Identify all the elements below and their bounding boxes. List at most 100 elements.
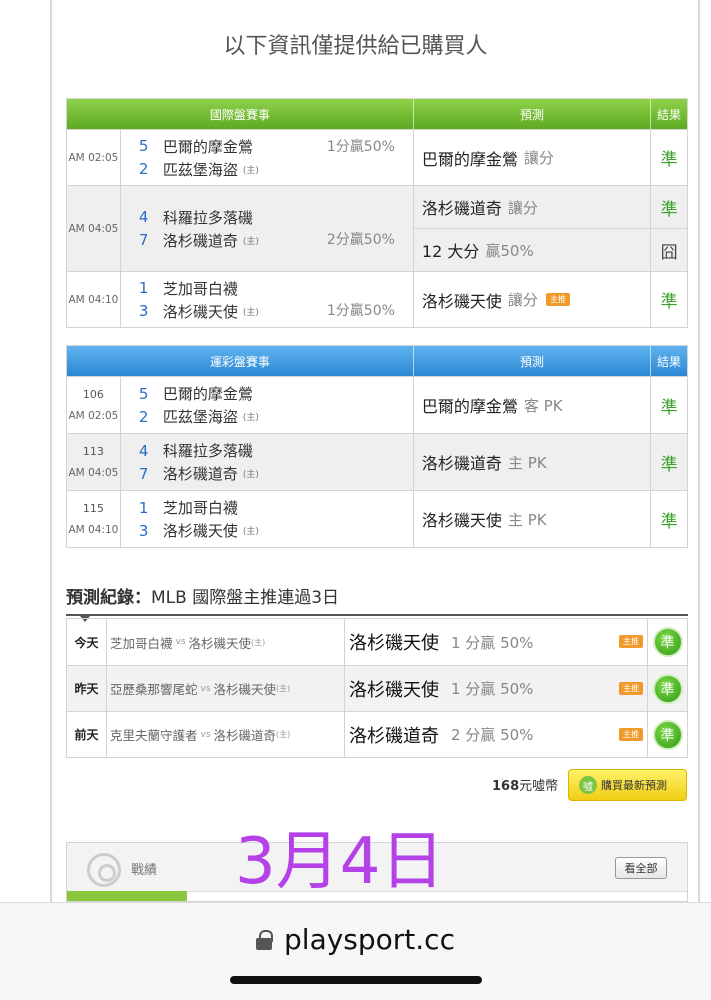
match-time: 106 AM 02:05 [67,377,121,433]
vs-label: vs [175,637,186,647]
match-time: AM 02:05 [67,130,121,185]
vs-label: vs [200,683,211,694]
team-name: 匹茲堡海盜 [162,408,238,426]
home-tag: (主) [242,165,259,176]
result-mark: 準 [660,199,678,220]
result-cell: 準 [651,434,687,490]
picked-team: 洛杉磯天使 [349,633,439,654]
result-mark: 囧 [651,228,687,271]
browser-address-bar[interactable]: playsport.cc [0,902,711,1000]
url-display[interactable]: playsport.cc [0,923,711,956]
away-team: 芝加哥白襪 [110,635,173,651]
prediction-cell: 洛杉磯天使主 PK [414,491,652,547]
handicap-odds: 1分贏50% [326,303,395,319]
home-team: 洛杉磯天使 [213,682,277,697]
intl-table-header: 國際盤賽事 預測 結果 [67,99,687,129]
match-time: AM 04:10 [67,272,121,327]
pick-odds: 1 分贏 50% [451,680,534,698]
result-cell: 準 [651,377,687,433]
home-tag: (主) [276,684,291,693]
record-title: 預測紀錄：MLB 國際盤主推連過3日 [66,583,339,608]
home-team: 洛杉磯道奇 [213,728,277,743]
left-border [50,0,52,902]
team-name: 芝加哥白襪 [162,499,238,517]
price-amount: 168 [492,779,520,794]
header-result: 結果 [657,354,682,369]
buy-latest-prediction-button[interactable]: 噓 購買最新預測 [568,769,687,801]
record-match: 克里夫蘭守護者 vs 洛杉磯道奇 (主) [107,712,345,757]
home-indicator[interactable] [230,976,482,984]
match-time-text: AM 04:05 [68,467,119,479]
team-number: 2 [138,160,149,178]
team-line: 7 洛杉磯道奇 (主) [139,462,413,485]
match-time-text: AM 04:10 [68,293,119,306]
team-name: 洛杉磯道奇 [162,231,238,250]
stats-tab-active[interactable] [67,891,187,901]
match-time: 113 AM 04:05 [67,434,121,490]
buyer-notice: 以下資訊僅提供給已購買人 [223,34,488,59]
header-intl-match: 國際盤賽事 [67,99,414,129]
match-time-text: AM 04:05 [68,222,119,235]
home-tag: (主) [276,730,291,739]
result-mark: 準 [660,397,678,418]
handicap-odds: 1分贏50% [326,139,395,155]
hit-circle-icon: 準 [652,627,683,657]
predicted-team: 巴爾的摩金鶯 [421,397,518,416]
team-name: 科羅拉多落磯 [162,442,253,460]
prediction-type: 主 PK [507,510,547,529]
prediction-line: 洛杉磯天使 讓分 主推 [414,272,650,327]
record-row: 昨天 亞歷桑那響尾蛇 vs 洛杉磯天使 (主) 洛杉磯天使 1 分贏 50% 主推準 [67,665,687,711]
team-number: 2 [138,407,149,426]
result-mark: 準 [660,511,678,532]
match-teams: 1 芝加哥白襪 3 洛杉磯天使 (主) [121,491,414,547]
handicap-odds: 2分贏50% [326,232,395,248]
team-name: 洛杉磯道奇 [162,465,238,483]
main-pick-badge: 主推 [619,728,643,741]
game-number: 106 [82,388,104,401]
prediction-type: 讓分 [523,149,554,167]
header-lottery-match: 運彩盤賽事 [67,346,414,376]
home-team: 洛杉磯天使 [188,635,252,651]
prediction-line: 巴爾的摩金鶯客 PK [414,377,650,433]
team-line: 1 芝加哥白襪 [139,277,413,300]
team-name: 巴爾的摩金鶯 [162,137,253,156]
team-number: 7 [138,231,149,249]
see-all-button[interactable]: 看全部 [615,857,667,879]
record-pick: 洛杉磯道奇 2 分贏 50% 主推 [345,712,647,757]
team-number: 4 [138,441,149,460]
team-line: 2 匹茲堡海盜 (主) [139,158,413,181]
match-teams: 4 科羅拉多落磯 7 洛杉磯道奇 (主) [121,434,414,490]
record-result: 準 [647,619,687,665]
vs-label: vs [200,729,211,740]
result-cell: 準囧 [651,186,687,271]
header-prediction: 預測 [414,346,652,376]
lottery-odds-table: 運彩盤賽事 預測 結果 106 AM 02:05 5 巴爾的摩金鶯 2 匹茲堡海盜 (主) 巴… [66,345,688,548]
team-name: 洛杉磯天使 [162,302,238,321]
team-number: 1 [138,279,149,297]
predicted-team: 洛杉磯天使 [421,511,502,530]
team-name: 巴爾的摩金鶯 [162,385,253,403]
prediction-cell: 巴爾的摩金鶯客 PK [414,377,652,433]
record-result: 準 [647,666,687,711]
home-tag: (主) [242,413,259,423]
main-pick-badge: 主推 [545,293,570,306]
home-tag: (主) [242,307,259,318]
team-number: 1 [138,498,149,517]
table-row: AM 04:10 1 芝加哥白襪 3 洛杉磯天使 (主) 1分贏50% 洛杉磯天使 讓分 主推準 [67,271,687,327]
record-day: 昨天 [67,666,107,711]
prediction-cell: 洛杉磯天使 讓分 主推 [414,272,652,327]
record-title-label: 預測紀錄： [66,588,151,608]
hit-circle-icon: 準 [652,673,683,704]
main-pick-badge: 主推 [619,635,643,648]
record-title-text: MLB 國際盤主推連過3日 [151,588,340,608]
team-line: 4 科羅拉多落磯 [139,439,413,462]
predicted-team: 洛杉磯天使 [421,291,502,311]
result-mark: 準 [660,292,678,312]
home-tag: (主) [242,470,259,480]
pick-odds: 2 分贏 50% [451,726,534,744]
prediction-cell: 巴爾的摩金鶯 讓分 [414,130,652,185]
target-icon [87,853,121,887]
result-mark: 準 [660,454,678,475]
predicted-team: 巴爾的摩金鶯 [421,149,518,169]
url-text[interactable]: playsport.cc [284,923,455,956]
